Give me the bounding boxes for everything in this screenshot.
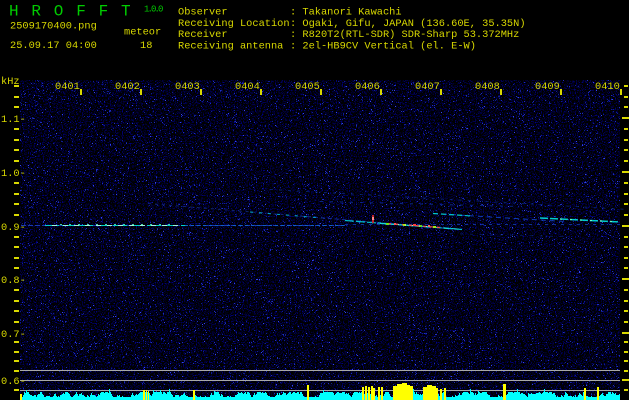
svg-text:Receiving antenna: Receiving antenna: [178, 40, 283, 52]
svg-text:1.0-: 1.0-: [1, 168, 26, 180]
svg-text:: Takanori Kawachi: : Takanori Kawachi: [290, 7, 402, 19]
svg-text:2509170400.png: 2509170400.png: [10, 21, 97, 33]
svg-text:1.1-: 1.1-: [1, 114, 26, 126]
svg-text:0408: 0408: [475, 81, 500, 93]
svg-text:0407: 0407: [415, 81, 440, 93]
svg-text:: R820T2(RTL-SDR) SDR-Sharp 53: : R820T2(RTL-SDR) SDR-Sharp 53.372MHz: [290, 29, 519, 41]
svg-text:Receiver: Receiver: [178, 29, 228, 41]
svg-text:Observer: Observer: [178, 7, 228, 19]
svg-text:: Ogaki, Gifu, JAPAN (136.60E,: : Ogaki, Gifu, JAPAN (136.60E, 35.35N): [290, 18, 526, 30]
svg-text:0401: 0401: [55, 81, 80, 93]
svg-text:0404: 0404: [235, 81, 260, 93]
svg-text:meteor: meteor: [124, 27, 161, 39]
svg-text:0403: 0403: [175, 81, 200, 93]
svg-text:H R O F F T: H R O F F T: [9, 2, 132, 20]
svg-text:0405: 0405: [295, 81, 320, 93]
svg-text:25.09.17 04:00: 25.09.17 04:00: [10, 40, 97, 52]
svg-text:Receiving Location: Receiving Location: [178, 18, 290, 30]
svg-text:0410: 0410: [595, 81, 620, 93]
svg-text:0.8-: 0.8-: [1, 275, 26, 287]
svg-text:kHz: kHz: [1, 76, 20, 88]
svg-text:18: 18: [140, 40, 152, 52]
svg-text:0.7-: 0.7-: [1, 329, 26, 341]
svg-text:0406: 0406: [355, 81, 380, 93]
svg-text:0.6-: 0.6-: [1, 376, 26, 388]
svg-text:1.0.0: 1.0.0: [144, 5, 163, 15]
svg-text:: 2el-HB9CV Vertical (el. E-W): : 2el-HB9CV Vertical (el. E-W): [290, 40, 476, 52]
svg-text:0409: 0409: [535, 81, 560, 93]
svg-text:0402: 0402: [115, 81, 140, 93]
svg-text:0.9-: 0.9-: [1, 222, 26, 234]
